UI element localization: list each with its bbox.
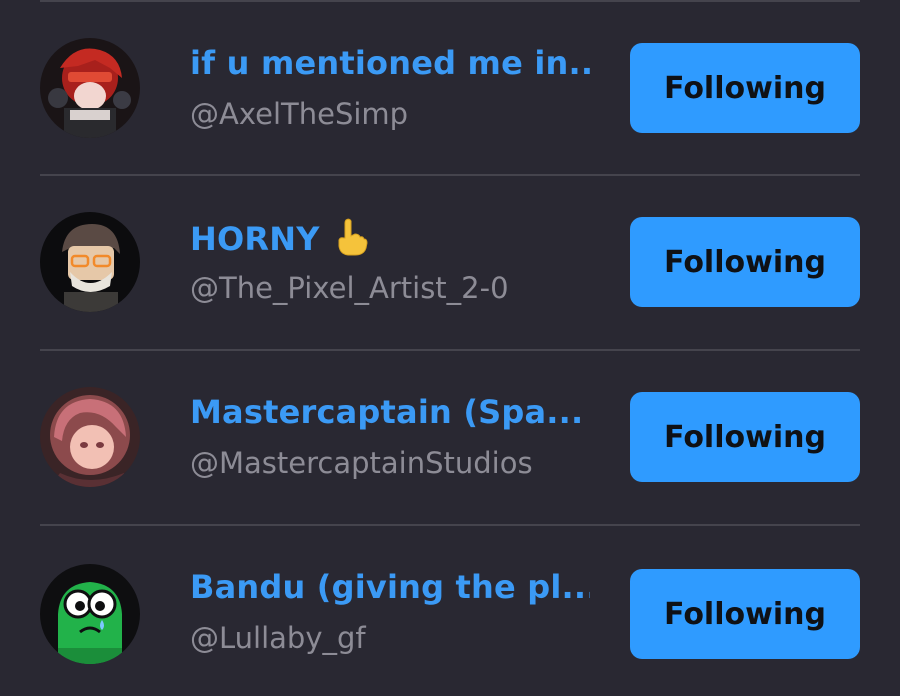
display-name-container[interactable]: HORNY <box>190 218 590 264</box>
following-button[interactable]: Following <box>630 569 860 659</box>
user-handle: @The_Pixel_Artist_2-0 <box>190 271 509 305</box>
pointing-up-hand-icon <box>334 218 368 264</box>
following-button[interactable]: Following <box>630 217 860 307</box>
display-name: HORNY <box>190 220 320 258</box>
avatar[interactable] <box>40 38 140 138</box>
avatar-image <box>40 212 140 312</box>
following-button[interactable]: Following <box>630 392 860 482</box>
user-row[interactable]: HORNY @The_Pixel_Artist_2-0 Following <box>0 176 900 350</box>
user-handle: @Lullaby_gf <box>190 621 366 655</box>
avatar[interactable] <box>40 564 140 664</box>
user-row[interactable]: if u mentioned me in... @AxelTheSimp Fol… <box>0 2 900 176</box>
avatar[interactable] <box>40 387 140 487</box>
avatar[interactable] <box>40 212 140 312</box>
avatar-image <box>40 387 140 487</box>
following-button[interactable]: Following <box>630 43 860 133</box>
display-name[interactable]: Bandu (giving the pl... <box>190 568 590 606</box>
display-name[interactable]: Mastercaptain (Spa... <box>190 393 590 431</box>
avatar-image <box>40 38 140 138</box>
avatar-image <box>40 564 140 664</box>
user-row[interactable]: Mastercaptain (Spa... @MastercaptainStud… <box>0 351 900 525</box>
user-handle: @AxelTheSimp <box>190 97 409 131</box>
display-name[interactable]: if u mentioned me in... <box>190 44 590 82</box>
user-row[interactable]: Bandu (giving the pl... @Lullaby_gf Foll… <box>0 526 900 696</box>
user-handle: @MastercaptainStudios <box>190 446 533 480</box>
following-list: if u mentioned me in... @AxelTheSimp Fol… <box>0 0 900 696</box>
